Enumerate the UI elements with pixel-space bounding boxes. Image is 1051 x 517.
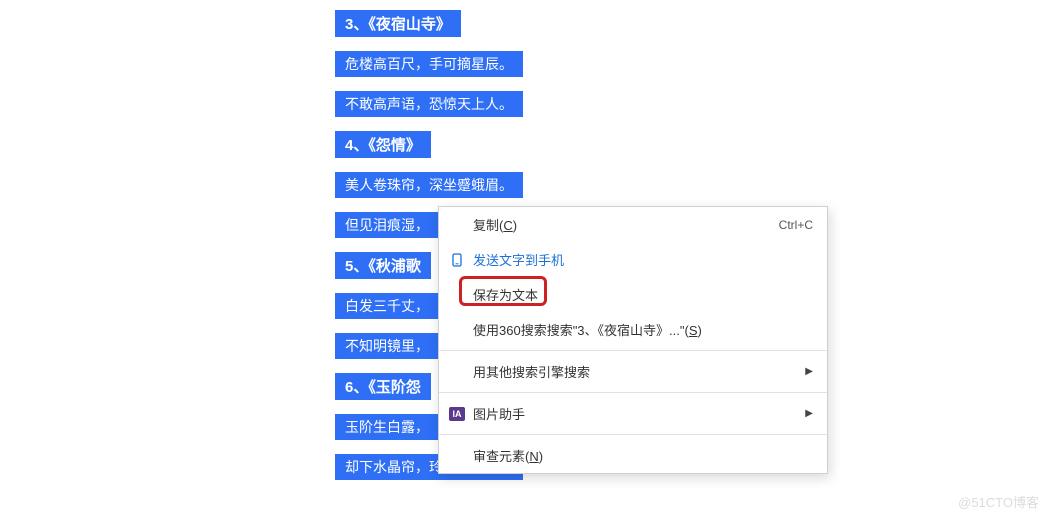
menu-other-search-engine[interactable]: 用其他搜索引擎搜索 ▶ bbox=[439, 354, 827, 389]
poem-heading: 3、《夜宿山寺》 bbox=[335, 10, 461, 37]
menu-send-to-phone[interactable]: 发送文字到手机 bbox=[439, 242, 827, 277]
image-helper-icon: IA bbox=[449, 407, 465, 421]
poem-line: 危楼高百尺，手可摘星辰。 bbox=[335, 51, 523, 77]
menu-image-helper[interactable]: IA 图片助手 ▶ bbox=[439, 396, 827, 431]
menu-send-phone-label: 发送文字到手机 bbox=[473, 250, 813, 269]
menu-search-360-label: 使用360搜索搜索"3、《夜宿山寺》..."(S) bbox=[473, 320, 813, 339]
phone-icon bbox=[449, 252, 465, 268]
menu-image-helper-label: 图片助手 bbox=[473, 404, 813, 423]
menu-search-360[interactable]: 使用360搜索搜索"3、《夜宿山寺》..."(S) bbox=[439, 312, 827, 347]
menu-separator bbox=[439, 434, 827, 435]
watermark: @51CTO博客 bbox=[958, 492, 1039, 511]
poem-line: 白发三千丈， bbox=[335, 293, 439, 319]
poem-line: 玉阶生白露， bbox=[335, 414, 439, 440]
menu-inspect-label: 审查元素(N) bbox=[473, 446, 813, 465]
poem-line: 美人卷珠帘，深坐蹙蛾眉。 bbox=[335, 172, 523, 198]
context-menu: 复制(C) Ctrl+C 发送文字到手机 保存为文本 使用360搜索搜索"3、《… bbox=[438, 206, 828, 474]
chevron-right-icon: ▶ bbox=[805, 408, 813, 419]
menu-copy[interactable]: 复制(C) Ctrl+C bbox=[439, 207, 827, 242]
menu-save-text-label: 保存为文本 bbox=[473, 285, 813, 304]
poem-line: 不敢高声语，恐惊天上人。 bbox=[335, 91, 523, 117]
poem-heading: 5、《秋浦歌 bbox=[335, 252, 431, 279]
menu-save-as-text[interactable]: 保存为文本 bbox=[439, 277, 827, 312]
poem-line: 但见泪痕湿， bbox=[335, 212, 439, 238]
poem-line: 不知明镜里， bbox=[335, 333, 439, 359]
menu-separator bbox=[439, 392, 827, 393]
menu-other-engine-label: 用其他搜索引擎搜索 bbox=[473, 362, 813, 381]
chevron-right-icon: ▶ bbox=[805, 366, 813, 377]
menu-copy-shortcut: Ctrl+C bbox=[779, 218, 813, 232]
menu-inspect-element[interactable]: 审查元素(N) bbox=[439, 438, 827, 473]
menu-separator bbox=[439, 350, 827, 351]
menu-copy-label: 复制(C) bbox=[473, 215, 779, 234]
poem-heading: 6、《玉阶怨 bbox=[335, 373, 431, 400]
poem-heading: 4、《怨情》 bbox=[335, 131, 431, 158]
